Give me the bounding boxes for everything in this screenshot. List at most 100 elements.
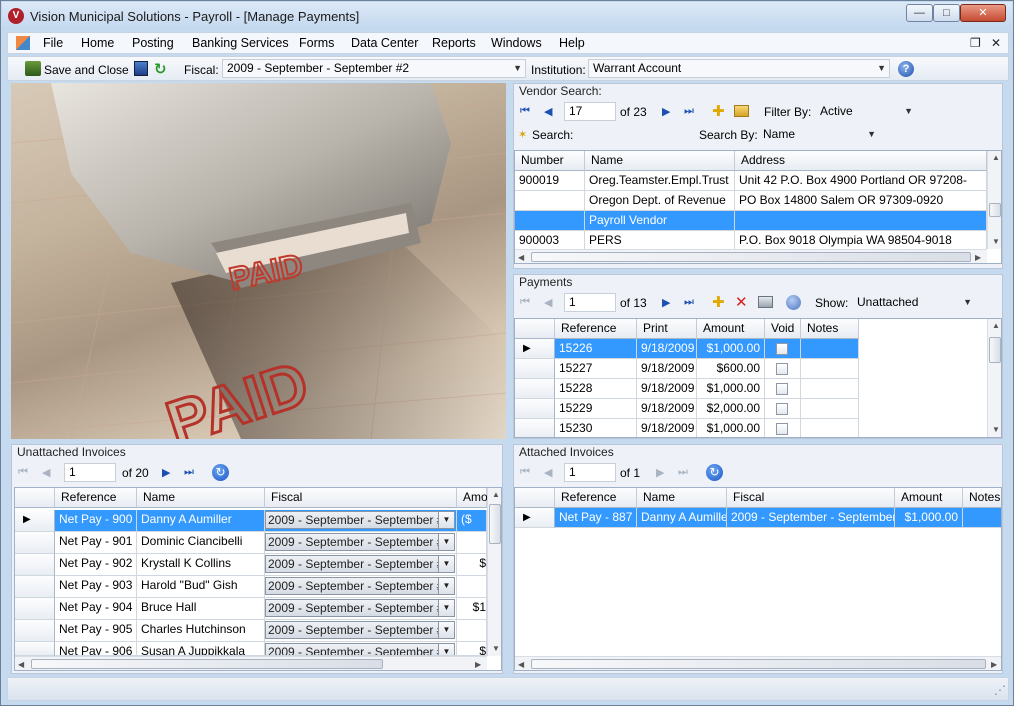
column-header-name[interactable]: Name <box>585 151 735 171</box>
previous-record-icon[interactable]: ◀ <box>42 466 50 479</box>
institution-dropdown[interactable]: Warrant Account ▼ <box>588 59 890 78</box>
row-header[interactable] <box>15 554 55 576</box>
menu-forms[interactable]: Forms <box>299 36 334 50</box>
invoice-cell-reference[interactable]: Net Pay - 901 <box>55 532 137 554</box>
first-record-icon[interactable]: ⏮ <box>520 105 530 118</box>
scroll-thumb[interactable] <box>489 504 501 544</box>
attached-record-input[interactable]: 1 <box>564 463 616 482</box>
vendor-cell-number[interactable]: 900003 <box>515 231 585 251</box>
vendor-cell-address[interactable]: P.O. Box 9018 Olympia WA 98504-9018 <box>735 231 987 251</box>
payment-cell-amount[interactable]: $1,000.00 <box>697 379 765 399</box>
save-and-close-button[interactable]: Save and Close <box>44 63 129 77</box>
scroll-down-icon[interactable]: ▼ <box>992 425 1000 434</box>
row-header[interactable] <box>15 620 55 642</box>
vendor-cell-address[interactable] <box>735 211 987 231</box>
help-icon[interactable]: ? <box>898 61 914 77</box>
vendor-cell-number[interactable]: 900019 <box>515 171 585 191</box>
next-record-icon[interactable]: ▶ <box>662 296 670 309</box>
row-header[interactable] <box>15 642 55 656</box>
menu-help[interactable]: Help <box>559 36 585 50</box>
minimize-button[interactable]: — <box>906 4 933 22</box>
payment-cell-reference[interactable]: 15228 <box>555 379 637 399</box>
column-header-notes[interactable]: Notes <box>801 319 859 339</box>
row-header[interactable] <box>15 598 55 620</box>
payment-cell-reference[interactable]: 15230 <box>555 419 637 437</box>
refresh-icon[interactable]: ↻ <box>706 464 723 481</box>
row-header[interactable] <box>515 399 555 419</box>
void-checkbox[interactable] <box>776 363 788 375</box>
fiscal-row-dropdown[interactable]: 2009 - September - September #2 ▼ <box>265 511 455 529</box>
payment-cell-reference[interactable]: 15227 <box>555 359 637 379</box>
invoice-cell-amount[interactable]: $ <box>457 642 487 656</box>
payment-cell-print-date[interactable]: 9/18/2009 <box>637 419 697 437</box>
last-record-icon[interactable]: ⏭ <box>184 466 194 479</box>
scroll-right-icon[interactable]: ▶ <box>975 253 981 262</box>
fiscal-row-dropdown[interactable]: 2009 - September - September #2 ▼ <box>265 533 455 551</box>
payment-cell-notes[interactable] <box>801 419 859 437</box>
menu-banking-services[interactable]: Banking Services <box>192 36 289 50</box>
first-record-icon[interactable]: ⏮ <box>18 466 28 479</box>
invoice-cell-name[interactable]: Susan A Juppikkala <box>137 642 265 656</box>
menu-posting[interactable]: Posting <box>132 36 174 50</box>
scroll-thumb[interactable] <box>31 659 383 669</box>
row-header[interactable] <box>515 419 555 437</box>
unattached-record-input[interactable]: 1 <box>64 463 116 482</box>
unattached-vertical-scrollbar[interactable]: ▲ ▼ <box>487 488 501 656</box>
column-header-reference[interactable]: Reference <box>55 488 137 508</box>
scroll-left-icon[interactable]: ◀ <box>518 660 524 669</box>
mdi-close-button[interactable]: ✕ <box>991 36 1001 50</box>
invoice-cell-reference[interactable]: Net Pay - 903 <box>55 576 137 598</box>
payment-cell-amount[interactable]: $600.00 <box>697 359 765 379</box>
invoice-cell-name[interactable]: Danny A Aumiller <box>137 510 265 532</box>
payment-cell-print-date[interactable]: 9/18/2009 <box>637 359 697 379</box>
menu-data-center[interactable]: Data Center <box>351 36 418 50</box>
fiscal-row-dropdown[interactable]: 2009 - September - September #2 ▼ <box>265 643 455 655</box>
previous-record-icon[interactable]: ◀ <box>544 105 552 118</box>
print-icon[interactable] <box>758 296 773 308</box>
vendor-cell-number[interactable] <box>515 211 585 231</box>
void-checkbox[interactable] <box>776 343 788 355</box>
payment-cell-print-date[interactable]: 9/18/2009 <box>637 339 697 359</box>
search-input[interactable] <box>576 125 694 144</box>
column-header-amount[interactable]: Amo <box>457 488 488 508</box>
invoice-cell-name[interactable]: Krystall K Collins <box>137 554 265 576</box>
scroll-right-icon[interactable]: ▶ <box>991 660 997 669</box>
fiscal-row-dropdown[interactable]: 2009 - September - September #2 ▼ <box>265 577 455 595</box>
vendor-cell-address[interactable]: Unit 42 P.O. Box 4900 Portland OR 97208- <box>735 171 987 191</box>
menu-reports[interactable]: Reports <box>432 36 476 50</box>
first-record-icon[interactable]: ⏮ <box>520 296 530 309</box>
invoice-cell-reference[interactable]: Net Pay - 904 <box>55 598 137 620</box>
vendor-cell-number[interactable] <box>515 191 585 211</box>
fiscal-row-dropdown[interactable]: 2009 - September - September #2 ▼ <box>265 599 455 617</box>
invoice-cell-amount[interactable] <box>457 532 487 554</box>
payments-vertical-scrollbar[interactable]: ▲ ▼ <box>987 319 1001 437</box>
payment-cell-amount[interactable]: $1,000.00 <box>697 339 765 359</box>
void-checkbox[interactable] <box>776 403 788 415</box>
last-record-icon[interactable]: ⏭ <box>684 296 694 309</box>
payment-cell-amount[interactable]: $2,000.00 <box>697 399 765 419</box>
globe-icon[interactable] <box>786 295 801 310</box>
invoice-cell-amount[interactable] <box>457 620 487 642</box>
scroll-up-icon[interactable]: ▲ <box>992 153 1000 162</box>
column-header-name[interactable]: Name <box>137 488 265 508</box>
first-record-icon[interactable]: ⏮ <box>520 466 530 479</box>
scroll-left-icon[interactable]: ◀ <box>18 660 24 669</box>
column-header-reference[interactable]: Reference <box>555 488 637 508</box>
add-icon[interactable]: ✚ <box>712 293 725 311</box>
vendor-horizontal-scrollbar[interactable]: ◀ ▶ <box>515 249 987 263</box>
column-header-notes[interactable]: Notes <box>963 488 1001 508</box>
scroll-down-icon[interactable]: ▼ <box>992 237 1000 246</box>
invoice-cell-amount[interactable]: $ <box>457 554 487 576</box>
attached-cell-amount[interactable]: $1,000.00 <box>895 508 963 528</box>
invoice-cell-reference[interactable]: Net Pay - 905 <box>55 620 137 642</box>
payments-record-input[interactable]: 1 <box>564 293 616 312</box>
document-icon[interactable] <box>16 36 30 50</box>
void-checkbox[interactable] <box>776 383 788 395</box>
column-header-address[interactable]: Address <box>735 151 987 171</box>
void-checkbox[interactable] <box>776 423 788 435</box>
row-header[interactable] <box>515 359 555 379</box>
invoice-cell-name[interactable]: Charles Hutchinson <box>137 620 265 642</box>
scroll-up-icon[interactable]: ▲ <box>492 490 500 499</box>
add-icon[interactable]: ✚ <box>712 102 725 120</box>
show-dropdown[interactable]: Unattached ▼ <box>852 293 976 312</box>
